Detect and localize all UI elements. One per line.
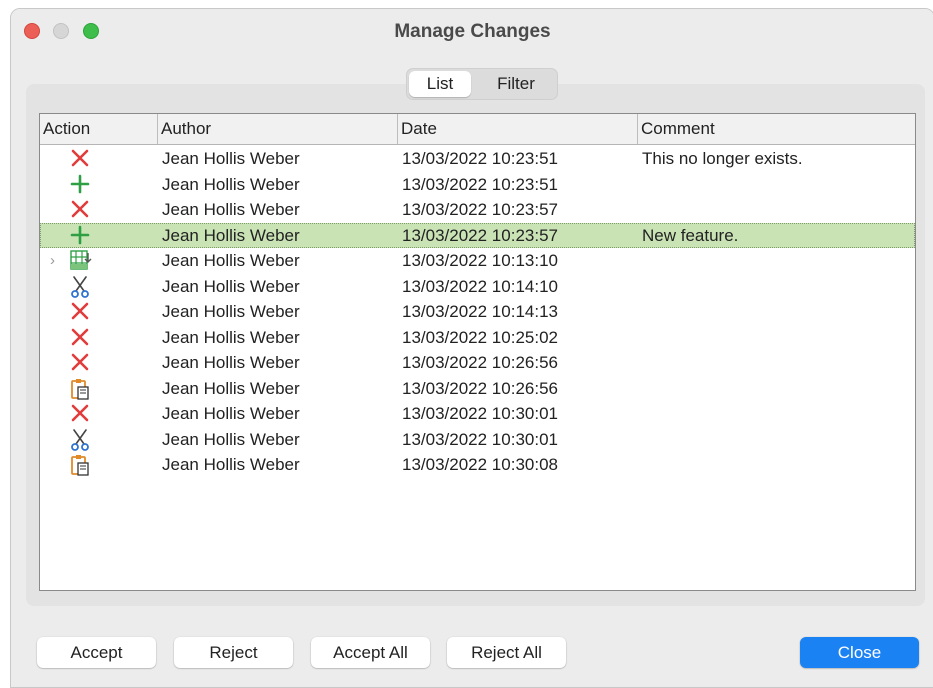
delete-x-icon (70, 146, 94, 172)
author-cell: Jean Hollis Weber (162, 353, 300, 372)
date-cell: 13/03/2022 10:23:51 (402, 174, 558, 194)
table-row[interactable]: Jean Hollis Weber 13/03/2022 10:23:51 (40, 172, 915, 198)
delete-x-icon (70, 299, 94, 325)
comment-cell: This no longer exists. (642, 149, 803, 168)
column-header-action[interactable]: Action (40, 114, 158, 144)
window-title: Manage Changes (394, 21, 551, 42)
accept-all-button[interactable]: Accept All (311, 637, 430, 668)
date-cell: 13/03/2022 10:25:02 (402, 327, 558, 347)
delete-x-icon (70, 325, 94, 351)
clipboard-paste-icon (70, 376, 94, 402)
delete-x-icon (70, 350, 94, 376)
date-cell: 13/03/2022 10:14:10 (402, 276, 558, 296)
date-cell: 13/03/2022 10:13:10 (402, 251, 558, 270)
comment-cell: New feature. (642, 225, 739, 245)
delete-x-icon (70, 401, 94, 427)
table-row[interactable]: Jean Hollis Weber 13/03/2022 10:26:56 (40, 376, 915, 402)
close-button[interactable]: Close (800, 637, 919, 668)
author-cell: Jean Hollis Weber (162, 200, 300, 219)
table-row[interactable]: Jean Hollis Weber 13/03/2022 10:26:56 (40, 350, 915, 376)
column-header-author[interactable]: Author (158, 114, 398, 144)
date-cell: 13/03/2022 10:14:13 (402, 302, 558, 321)
author-cell: Jean Hollis Weber (162, 404, 300, 423)
expand-chevron-icon[interactable]: › (50, 248, 55, 274)
table-row[interactable]: Jean Hollis Weber 13/03/2022 10:23:57 (40, 197, 915, 223)
table-row[interactable]: Jean Hollis Weber 13/03/2022 10:14:13 (40, 299, 915, 325)
date-cell: 13/03/2022 10:23:51 (402, 149, 558, 168)
scissors-icon (70, 427, 94, 453)
column-header-date[interactable]: Date (398, 114, 638, 144)
date-cell: 13/03/2022 10:23:57 (402, 200, 558, 219)
table-body: Jean Hollis Weber 13/03/2022 10:23:51 This… (40, 146, 915, 478)
date-cell: 13/03/2022 10:26:56 (402, 353, 558, 372)
title-bar: Manage Changes (11, 9, 933, 53)
author-cell: Jean Hollis Weber (162, 225, 300, 245)
table-row[interactable]: Jean Hollis Weber 13/03/2022 10:14:10 (40, 274, 915, 300)
changes-table: Action Author Date Comment Jean Hollis W… (39, 113, 916, 591)
insert-plus-icon (70, 172, 94, 198)
accept-button[interactable]: Accept (37, 637, 156, 668)
date-cell: 13/03/2022 10:30:01 (402, 429, 558, 449)
author-cell: Jean Hollis Weber (162, 455, 300, 474)
clipboard-paste-icon (70, 452, 94, 478)
table-row[interactable]: Jean Hollis Weber 13/03/2022 10:25:02 (40, 325, 915, 351)
table-row[interactable]: Jean Hollis Weber 13/03/2022 10:30:01 (40, 401, 915, 427)
table-row[interactable]: Jean Hollis Weber 13/03/2022 10:30:08 (40, 452, 915, 478)
table-row[interactable]: Jean Hollis Weber 13/03/2022 10:23:57 New … (40, 222, 915, 249)
date-cell: 13/03/2022 10:30:08 (402, 455, 558, 474)
table-row[interactable]: Jean Hollis Weber 13/03/2022 10:30:01 (40, 427, 915, 453)
table-header: Action Author Date Comment (40, 114, 915, 145)
author-cell: Jean Hollis Weber (162, 378, 300, 398)
author-cell: Jean Hollis Weber (162, 327, 300, 347)
column-header-comment[interactable]: Comment (638, 114, 915, 144)
author-cell: Jean Hollis Weber (162, 251, 300, 270)
author-cell: Jean Hollis Weber (162, 276, 300, 296)
author-cell: Jean Hollis Weber (162, 429, 300, 449)
table-row[interactable]: Jean Hollis Weber 13/03/2022 10:23:51 This… (40, 146, 915, 172)
author-cell: Jean Hollis Weber (162, 174, 300, 194)
tab-filter[interactable]: Filter (477, 71, 555, 97)
author-cell: Jean Hollis Weber (162, 149, 300, 168)
author-cell: Jean Hollis Weber (162, 302, 300, 321)
date-cell: 13/03/2022 10:23:57 (402, 225, 558, 245)
table-insert-icon (70, 248, 94, 274)
scissors-icon (70, 274, 94, 300)
tab-list[interactable]: List (409, 71, 471, 97)
delete-x-icon (70, 197, 94, 223)
reject-button[interactable]: Reject (174, 637, 293, 668)
insert-plus-icon (70, 223, 94, 249)
reject-all-button[interactable]: Reject All (447, 637, 566, 668)
manage-changes-dialog: Manage Changes List Filter Action Author… (10, 8, 933, 688)
table-row[interactable]: › Jean Hollis Weber 13/03/2022 10:13:10 (40, 248, 915, 274)
date-cell: 13/03/2022 10:26:56 (402, 378, 558, 398)
date-cell: 13/03/2022 10:30:01 (402, 404, 558, 423)
view-tabs: List Filter (406, 68, 558, 100)
